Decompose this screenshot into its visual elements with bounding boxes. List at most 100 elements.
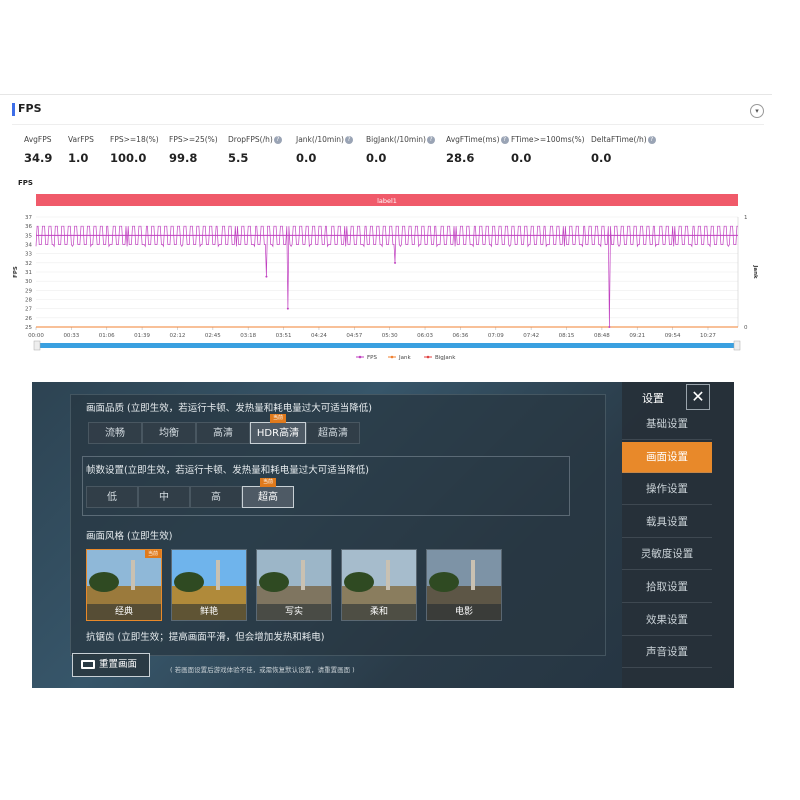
close-icon[interactable]: ✕ bbox=[686, 384, 710, 410]
style-option-label: 经典 bbox=[87, 604, 161, 620]
metric-value: 34.9 bbox=[24, 151, 53, 165]
style-preview-tree bbox=[174, 572, 204, 592]
style-option-2[interactable]: 写实 bbox=[256, 549, 332, 621]
fps-drop-point bbox=[286, 307, 289, 310]
y-tick-label: 27 bbox=[25, 307, 32, 313]
y-tick-label: 28 bbox=[25, 298, 32, 304]
style-option-3[interactable]: 柔和 bbox=[341, 549, 417, 621]
x-tick-label: 07:09 bbox=[488, 333, 504, 339]
panel-title: FPS bbox=[18, 102, 42, 115]
x-tick-label: 01:39 bbox=[134, 333, 150, 339]
sidebar-item-5[interactable]: 拾取设置 bbox=[622, 572, 712, 603]
metric-label: VarFPS bbox=[68, 135, 94, 144]
quality-option-0[interactable]: 流畅 bbox=[88, 422, 142, 444]
x-tick-label: 01:06 bbox=[99, 333, 115, 339]
fps-chart: label1 25 26 27 28 29 30 31 32 33 34 35 36 37 FPS 0 1 Ja… bbox=[13, 194, 758, 360]
refresh-icon bbox=[81, 660, 95, 669]
metric-label: FPS>=25(%) bbox=[169, 135, 218, 144]
chart-series bbox=[35, 225, 738, 328]
metric-0: AvgFPS 34.9 bbox=[24, 135, 52, 165]
x-tick-label: 08:48 bbox=[594, 333, 610, 339]
style-option-label: 鲜艳 bbox=[172, 604, 246, 620]
metric-9: DeltaFTime(/h)? 0.0 bbox=[591, 135, 656, 165]
y-tick-label: 29 bbox=[25, 288, 32, 294]
quality-option-label: HDR高清 bbox=[256, 428, 300, 439]
metric-value: 28.6 bbox=[446, 151, 475, 165]
quality-option-4[interactable]: 超高清 bbox=[306, 422, 360, 444]
quality-option-3[interactable]: HDR高清 当前 bbox=[250, 414, 306, 444]
y-tick-label: 30 bbox=[25, 279, 32, 285]
metric-4: DropFPS(/h)? 5.5 bbox=[228, 135, 282, 165]
y-tick-label: 31 bbox=[25, 270, 32, 276]
fps-option-1[interactable]: 中 bbox=[138, 486, 190, 508]
metric-value: 0.0 bbox=[366, 151, 387, 165]
style-option-label: 电影 bbox=[427, 604, 501, 620]
quality-title: 画面品质 (立即生效，若运行卡顿、发热量和耗电量过大可适当降低) bbox=[86, 403, 372, 414]
fps-option-label: 中 bbox=[159, 492, 169, 503]
quality-option-2[interactable]: 高清 bbox=[196, 422, 250, 444]
metric-value: 0.0 bbox=[591, 151, 612, 165]
y-tick-label: 26 bbox=[25, 316, 32, 322]
help-icon[interactable]: ? bbox=[647, 136, 656, 144]
scroll-handle-left bbox=[33, 340, 41, 351]
fps-drop-point bbox=[265, 275, 268, 278]
sidebar-item-3[interactable]: 载具设置 bbox=[622, 507, 712, 538]
y-right-axis-label: Jank bbox=[752, 264, 758, 279]
metric-3: FPS>=25(%) 99.8 bbox=[169, 135, 218, 165]
style-option-1[interactable]: 鲜艳 bbox=[171, 549, 247, 621]
style-preview-tower bbox=[216, 560, 220, 590]
legend-dot bbox=[426, 355, 430, 359]
x-tick-label: 00:33 bbox=[63, 333, 79, 339]
metric-label: DeltaFTime(/h)? bbox=[591, 135, 656, 144]
metric-value: 1.0 bbox=[68, 151, 89, 165]
x-tick-label: 09:54 bbox=[665, 333, 681, 339]
fps-option-3[interactable]: 超高 当前 bbox=[242, 478, 294, 508]
sidebar-item-4[interactable]: 灵敏度设置 bbox=[622, 539, 712, 571]
x-tick-label: 07:42 bbox=[523, 333, 539, 339]
x-tick-label: 02:12 bbox=[170, 333, 186, 339]
series-fps-line bbox=[35, 225, 738, 328]
sidebar-item-7[interactable]: 声音设置 bbox=[622, 637, 712, 669]
help-icon[interactable]: ? bbox=[500, 136, 509, 144]
chart-label: FPS bbox=[18, 179, 33, 187]
help-icon[interactable]: ? bbox=[273, 136, 282, 144]
sidebar-item-2[interactable]: 操作设置 bbox=[622, 474, 712, 506]
y-tick-label: 36 bbox=[25, 224, 32, 230]
x-tick-label: 06:03 bbox=[417, 333, 433, 339]
help-icon[interactable]: ? bbox=[426, 136, 435, 144]
metric-value: 0.0 bbox=[511, 151, 532, 165]
chevron-down-icon[interactable]: ▾ bbox=[750, 104, 764, 118]
quality-option-1[interactable]: 均衡 bbox=[142, 422, 196, 444]
sidebar-item-0[interactable]: 基础设置 bbox=[622, 409, 712, 440]
y-tick-label: 33 bbox=[25, 252, 32, 258]
metric-value: 99.8 bbox=[169, 151, 198, 165]
style-preview-tower bbox=[131, 560, 135, 590]
game-settings-screen: 画面品质 (立即生效，若运行卡顿、发热量和耗电量过大可适当降低) 流畅 均衡 高清 H… bbox=[32, 382, 734, 688]
metric-label: FPS>=18(%) bbox=[110, 135, 159, 144]
style-preview-tower bbox=[386, 560, 390, 590]
style-option-label: 写实 bbox=[257, 604, 331, 620]
x-tick-label: 05:30 bbox=[382, 333, 398, 339]
fps-option-0[interactable]: 低 bbox=[86, 486, 138, 508]
help-icon[interactable]: ? bbox=[344, 136, 353, 144]
current-badge: 当前 bbox=[259, 478, 277, 487]
quality-options: 流畅 均衡 高清 HDR高清 当前 超高清 bbox=[88, 414, 360, 444]
style-option-4[interactable]: 电影 bbox=[426, 549, 502, 621]
reset-button[interactable]: 重置画面 bbox=[72, 653, 150, 677]
x-tick-label: 04:24 bbox=[311, 333, 327, 339]
scroll-handle-right bbox=[733, 340, 741, 351]
legend-dot bbox=[358, 355, 362, 359]
style-option-0[interactable]: 经典 当前 bbox=[86, 549, 162, 621]
current-badge: 当前 bbox=[144, 550, 161, 558]
style-preview-tree bbox=[344, 572, 374, 592]
legend-label: BigJank bbox=[435, 355, 456, 360]
sidebar-item-1[interactable]: 画面设置 bbox=[622, 441, 712, 473]
x-tick-label: 06:36 bbox=[452, 333, 468, 339]
fps-title: 帧数设置(立即生效，若运行卡顿、发热量和耗电量过大可适当降低) bbox=[86, 465, 369, 476]
x-tick-label: 02:45 bbox=[205, 333, 221, 339]
metric-8: FTime>=100ms(%) 0.0 bbox=[511, 135, 585, 165]
reset-hint: ( 若画面设置后游戏体验不佳，或需恢复默认设置，请重置画面 ) bbox=[170, 666, 355, 674]
scroll-track bbox=[36, 343, 738, 348]
sidebar-item-6[interactable]: 效果设置 bbox=[622, 605, 712, 636]
fps-option-2[interactable]: 高 bbox=[190, 486, 242, 508]
